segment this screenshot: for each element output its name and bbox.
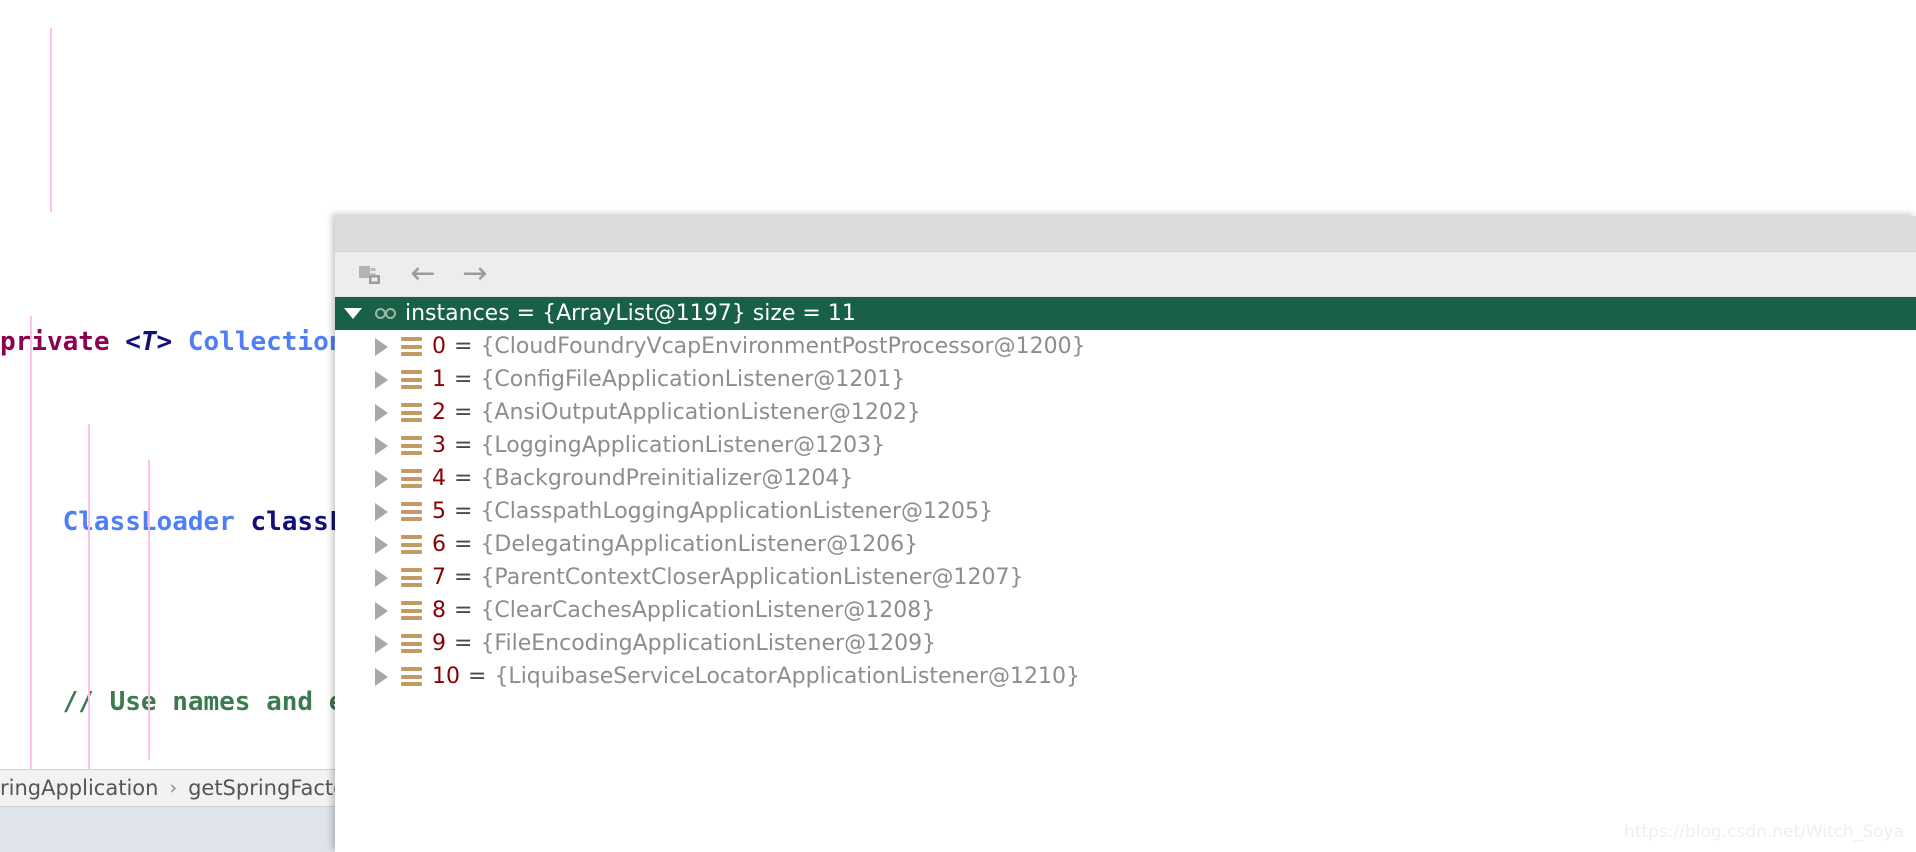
list-item-index: 9: [432, 631, 446, 656]
list-item-value: {ClasspathLoggingApplicationListener@120…: [480, 499, 994, 524]
list-item-value: {ConfigFileApplicationListener@1201}: [480, 367, 906, 392]
chevron-right-icon[interactable]: [375, 601, 388, 620]
list-item-index: 1: [432, 367, 446, 392]
chevron-right-icon[interactable]: [375, 502, 388, 521]
indent-guide: [50, 28, 52, 212]
list-item[interactable]: 9 = {FileEncodingApplicationListener@120…: [335, 627, 1916, 660]
chevron-right-icon[interactable]: [375, 568, 388, 587]
chevron-right-icon[interactable]: [375, 535, 388, 554]
list-item-index: 4: [432, 466, 446, 491]
list-item[interactable]: 10 = {LiquibaseServiceLocatorApplication…: [335, 660, 1916, 693]
chevron-right-icon[interactable]: [375, 667, 388, 686]
breadcrumb-item-class[interactable]: ringApplication: [0, 776, 158, 800]
breadcrumb-separator-icon: ›: [169, 777, 178, 799]
list-item-index: 8: [432, 598, 446, 623]
list-item-equals: =: [468, 664, 487, 689]
chevron-right-icon[interactable]: [375, 370, 388, 389]
list-item-equals: =: [454, 532, 473, 557]
chevron-right-icon[interactable]: [375, 436, 388, 455]
list-item[interactable]: 3 = {LoggingApplicationListener@1203}: [335, 429, 1916, 462]
list-item[interactable]: 8 = {ClearCachesApplicationListener@1208…: [335, 594, 1916, 627]
list-item-equals: =: [454, 565, 473, 590]
popup-toolbar[interactable]: ← →: [335, 252, 1916, 297]
chevron-right-icon[interactable]: [375, 469, 388, 488]
list-item-value: {CloudFoundryVcapEnvironmentPostProcesso…: [480, 334, 1086, 359]
array-element-icon: [401, 568, 422, 587]
inspect-icon[interactable]: [351, 257, 391, 291]
list-item-value: {LiquibaseServiceLocatorApplicationListe…: [494, 664, 1081, 689]
watermark: https://blog.csdn.net/Witch_Soya: [1624, 822, 1904, 842]
popup-titlebar[interactable]: [335, 216, 1916, 252]
array-element-icon: [401, 403, 422, 422]
list-item[interactable]: 7 = {ParentContextCloserApplicationListe…: [335, 561, 1916, 594]
indent-guide: [148, 460, 150, 760]
array-element-icon: [401, 370, 422, 389]
debug-value-popup[interactable]: ← → instances = {ArrayList@1197} size = …: [335, 216, 1916, 852]
watch-root-label: instances = {ArrayList@1197} size = 11: [405, 301, 856, 326]
list-item[interactable]: 0 = {CloudFoundryVcapEnvironmentPostProc…: [335, 330, 1916, 363]
forward-arrow-icon[interactable]: →: [455, 257, 495, 291]
list-item-value: {ParentContextCloserApplicationListener@…: [480, 565, 1024, 590]
list-item-equals: =: [454, 334, 473, 359]
list-item-value: {AnsiOutputApplicationListener@1202}: [480, 400, 921, 425]
watch-children-list[interactable]: 0 = {CloudFoundryVcapEnvironmentPostProc…: [335, 330, 1916, 693]
list-item-equals: =: [454, 499, 473, 524]
array-element-icon: [401, 469, 422, 488]
list-item-value: {BackgroundPreinitializer@1204}: [480, 466, 854, 491]
list-item-equals: =: [454, 631, 473, 656]
chevron-right-icon[interactable]: [375, 403, 388, 422]
array-element-icon: [401, 601, 422, 620]
watch-root-row[interactable]: instances = {ArrayList@1197} size = 11: [335, 297, 1916, 330]
chevron-right-icon[interactable]: [375, 337, 388, 356]
list-item-index: 10: [432, 664, 460, 689]
list-item-equals: =: [454, 598, 473, 623]
list-item-equals: =: [454, 433, 473, 458]
list-item[interactable]: 1 = {ConfigFileApplicationListener@1201}: [335, 363, 1916, 396]
list-item-value: {ClearCachesApplicationListener@1208}: [480, 598, 936, 623]
array-element-icon: [401, 535, 422, 554]
watch-glasses-icon: [375, 308, 396, 319]
list-item-index: 3: [432, 433, 446, 458]
list-item-index: 7: [432, 565, 446, 590]
list-item[interactable]: 4 = {BackgroundPreinitializer@1204}: [335, 462, 1916, 495]
indent-guide: [88, 424, 90, 776]
chevron-right-icon[interactable]: [375, 634, 388, 653]
list-item-value: {FileEncodingApplicationListener@1209}: [480, 631, 937, 656]
list-item-index: 5: [432, 499, 446, 524]
list-item-value: {LoggingApplicationListener@1203}: [480, 433, 886, 458]
list-item-equals: =: [454, 367, 473, 392]
list-item-index: 0: [432, 334, 446, 359]
list-item-index: 6: [432, 532, 446, 557]
list-item-value: {DelegatingApplicationListener@1206}: [480, 532, 919, 557]
list-item[interactable]: 2 = {AnsiOutputApplicationListener@1202}: [335, 396, 1916, 429]
indent-guide: [30, 316, 32, 776]
screenshot-root: private <T> Collection<T> getSpringFacto…: [0, 0, 1916, 852]
array-element-icon: [401, 634, 422, 653]
token-keyword: private: [0, 327, 110, 357]
array-element-icon: [401, 502, 422, 521]
list-item-equals: =: [454, 400, 473, 425]
back-arrow-icon[interactable]: ←: [403, 257, 443, 291]
chevron-down-icon[interactable]: [344, 308, 362, 319]
array-element-icon: [401, 337, 422, 356]
array-element-icon: [401, 667, 422, 686]
array-element-icon: [401, 436, 422, 455]
list-item-index: 2: [432, 400, 446, 425]
list-item-equals: =: [454, 466, 473, 491]
list-item[interactable]: 5 = {ClasspathLoggingApplicationListener…: [335, 495, 1916, 528]
list-item[interactable]: 6 = {DelegatingApplicationListener@1206}: [335, 528, 1916, 561]
